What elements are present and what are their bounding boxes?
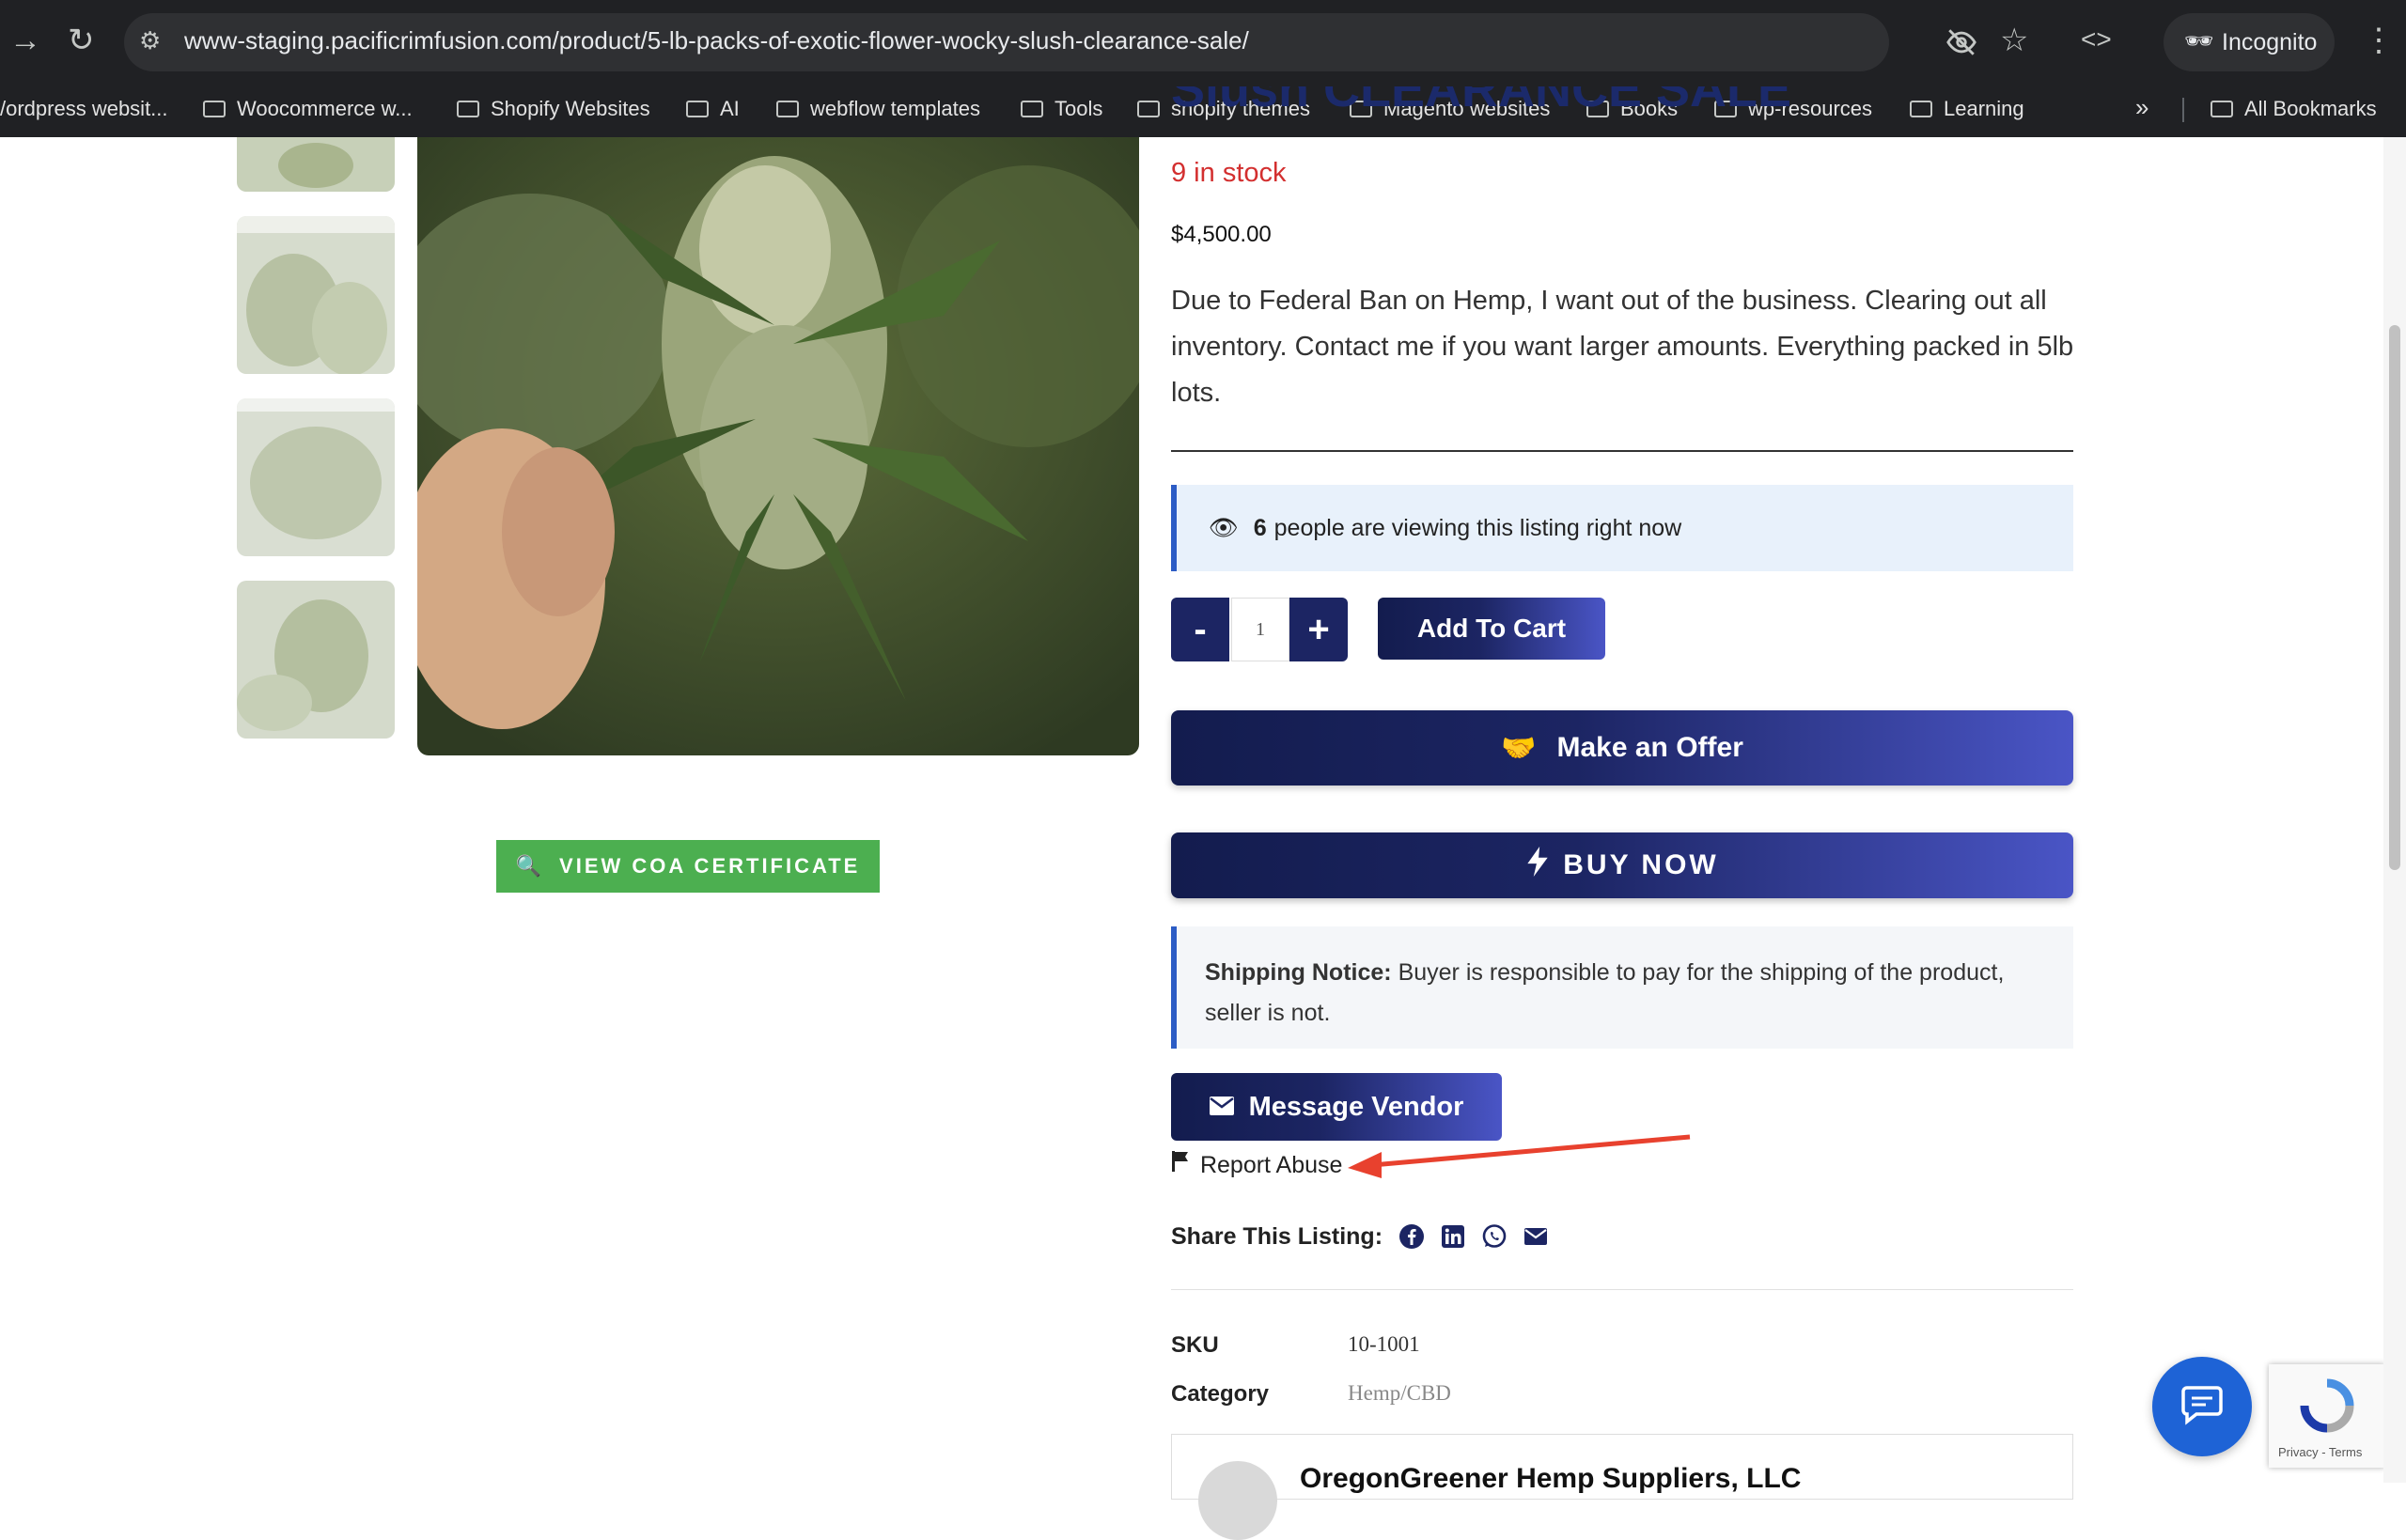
folder-icon	[457, 101, 479, 117]
product-title: Slush CLEARANCE SALE	[1171, 86, 1792, 117]
meta-divider	[1171, 1289, 2073, 1290]
vendor-card: OregonGreener Hemp Suppliers, LLC	[1171, 1434, 2073, 1540]
shipping-notice: Shipping Notice: Buyer is responsible to…	[1171, 926, 2073, 1049]
viewer-text: people are viewing this listing right no…	[1273, 514, 1682, 541]
code-icon[interactable]: <>	[2081, 26, 2112, 53]
product-description: Due to Federal Ban on Hemp, I want out o…	[1171, 286, 2074, 408]
folder-icon	[1021, 101, 1043, 117]
arrow-forward-icon[interactable]: →	[9, 24, 41, 56]
url-text[interactable]: www-staging.pacificrimfusion.com/product…	[184, 26, 1249, 55]
browser-toolbar: → ↻ ⚙ www-staging.pacificrimfusion.com/p…	[0, 0, 2406, 86]
bookmarks-divider	[2182, 98, 2184, 122]
sku-label: SKU	[1171, 1332, 1219, 1358]
bookmark-tools[interactable]: Tools	[1021, 97, 1102, 121]
site-info-icon[interactable]: ⚙	[139, 28, 161, 53]
sku-value: 10-1001	[1348, 1332, 1420, 1356]
incognito-chip[interactable]: 🕶 Incognito	[2164, 13, 2335, 71]
bookmark-ai[interactable]: AI	[686, 97, 740, 121]
shipping-notice-label: Shipping Notice:	[1205, 959, 1392, 986]
bookmark-wordpress[interactable]: /ordpress websit...	[0, 97, 168, 121]
section-divider	[1171, 450, 2073, 452]
view-coa-certificate-button[interactable]: 🔍 VIEW COA CERTIFICATE	[496, 840, 880, 893]
star-icon[interactable]: ☆	[2000, 24, 2028, 56]
linkedin-icon[interactable]	[1440, 1223, 1466, 1250]
product-thumbnail[interactable]	[237, 398, 395, 556]
stock-status: 9 in stock	[1171, 158, 1287, 188]
bookmark-webflow-templates[interactable]: webflow templates	[776, 97, 980, 121]
recaptcha-badge[interactable]: Privacy - Terms	[2269, 1364, 2385, 1468]
report-abuse-link[interactable]: Report Abuse	[1171, 1150, 1342, 1179]
chat-launcher-button[interactable]	[2152, 1357, 2252, 1456]
folder-icon	[2211, 101, 2233, 117]
reload-icon[interactable]: ↻	[68, 24, 95, 56]
quantity-decrement-button[interactable]: -	[1171, 598, 1229, 661]
vendor-name[interactable]: OregonGreener Hemp Suppliers, LLC	[1300, 1463, 1801, 1495]
annotation-arrow	[1348, 1134, 1691, 1178]
avatar	[1198, 1461, 1277, 1540]
eye-off-icon[interactable]	[1945, 26, 1977, 63]
handshake-icon: 🤝	[1501, 732, 1537, 764]
viewers-notice: 👁 6 people are viewing this listing righ…	[1171, 485, 2073, 571]
product-main-image[interactable]	[417, 137, 1139, 755]
eye-icon: 👁	[1209, 514, 1239, 541]
product-thumbnail[interactable]	[237, 216, 395, 374]
recaptcha-footer[interactable]: Privacy - Terms	[2278, 1445, 2362, 1459]
bookmark-all-bookmarks[interactable]: All Bookmarks	[2211, 97, 2377, 121]
incognito-label: Incognito	[2222, 29, 2318, 55]
folder-icon	[203, 101, 226, 117]
bookmark-shopify-websites[interactable]: Shopify Websites	[457, 97, 650, 121]
chat-icon	[2179, 1384, 2225, 1430]
product-price: $4,500.00	[1171, 222, 1272, 247]
folder-icon	[1137, 101, 1160, 117]
buy-now-button[interactable]: BUY NOW	[1171, 832, 2073, 898]
incognito-icon: 🕶	[2184, 28, 2214, 54]
quantity-increment-button[interactable]: +	[1289, 598, 1348, 661]
folder-icon	[1910, 101, 1932, 117]
bolt-icon	[1525, 847, 1550, 884]
quantity-input[interactable]	[1231, 598, 1289, 661]
kebab-menu-icon[interactable]: ⋮	[2363, 24, 2395, 56]
magnifier-icon: 🔍	[515, 854, 545, 878]
product-thumbnail[interactable]	[237, 137, 395, 192]
bookmark-woocommerce[interactable]: Woocommerce w...	[203, 97, 413, 121]
whatsapp-icon[interactable]	[1481, 1223, 1508, 1250]
recaptcha-icon	[2297, 1377, 2357, 1437]
folder-icon	[686, 101, 709, 117]
chevron-double-right-icon[interactable]: »	[2135, 93, 2148, 122]
category-label: Category	[1171, 1381, 1270, 1407]
viewer-count: 6	[1253, 514, 1267, 541]
add-to-cart-button[interactable]: Add To Cart	[1378, 598, 1605, 660]
scrollbar-thumb[interactable]	[2389, 325, 2400, 870]
category-link[interactable]: Hemp/CBD	[1348, 1381, 1451, 1406]
envelope-icon	[1209, 1092, 1234, 1123]
share-listing-label: Share This Listing:	[1171, 1223, 1383, 1250]
facebook-icon[interactable]	[1398, 1223, 1425, 1250]
email-icon[interactable]	[1523, 1223, 1549, 1250]
flag-icon	[1171, 1151, 1196, 1178]
product-thumbnail[interactable]	[237, 581, 395, 739]
make-an-offer-button[interactable]: 🤝 Make an Offer	[1171, 710, 2073, 786]
folder-icon	[776, 101, 799, 117]
bookmark-learning[interactable]: Learning	[1910, 97, 2024, 121]
